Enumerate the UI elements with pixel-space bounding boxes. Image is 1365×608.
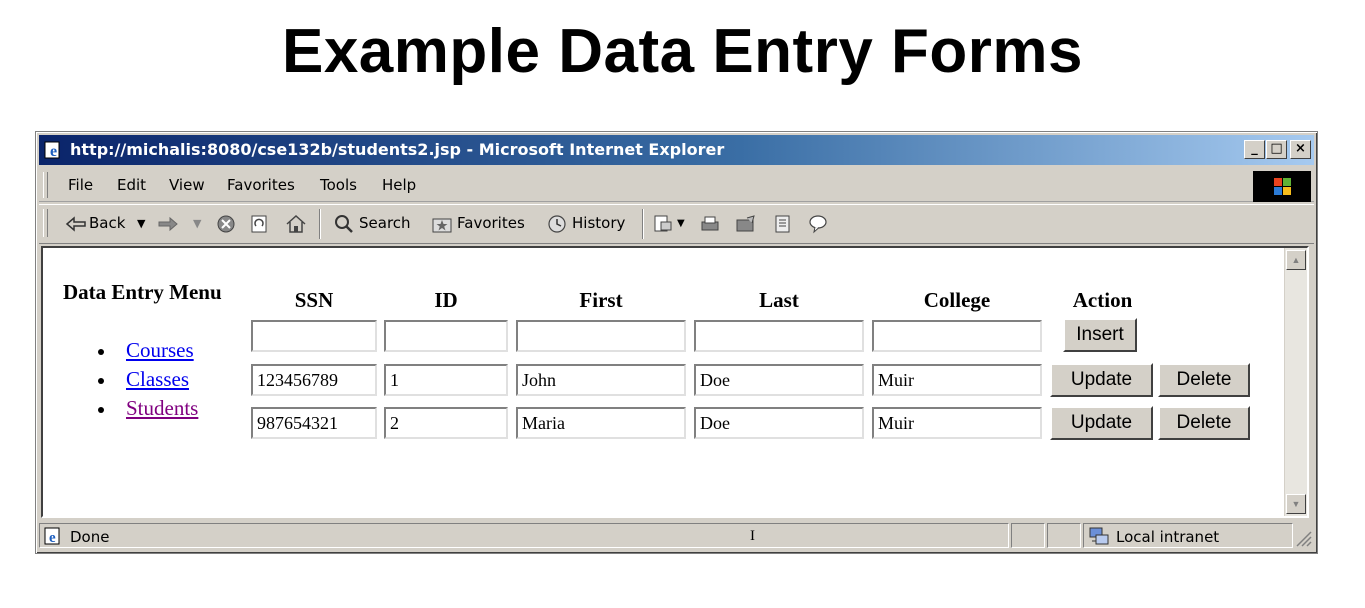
minimize-button[interactable]: _ [1244,140,1265,159]
header-ssn: SSN [294,288,334,312]
print-icon[interactable] [699,214,721,234]
row-1-update-button[interactable]: Update [1050,363,1153,397]
insert-id-field[interactable] [384,320,508,352]
ie-page-icon: e [44,527,60,545]
discuss-icon[interactable] [772,214,794,234]
header-action: Action [1072,288,1133,312]
scroll-up-icon[interactable]: ▲ [1286,250,1306,270]
close-button[interactable]: × [1290,140,1311,159]
toolbar-separator [319,209,321,239]
insert-button[interactable]: Insert [1063,318,1137,352]
insert-ssn-field[interactable] [251,320,377,352]
insert-college-field[interactable] [872,320,1042,352]
back-dropdown-icon[interactable]: ▼ [137,217,145,230]
favorites-button[interactable]: Favorites [457,214,525,232]
vertical-scrollbar[interactable]: ▲ ▼ [1284,248,1307,516]
windows-logo [1253,171,1311,202]
menu-edit[interactable]: Edit [117,176,146,194]
status-bar: e Done I Local intranet [39,523,1314,550]
ie-page-icon: e [44,141,60,159]
bullet-icon [98,349,104,355]
row-1-delete-button[interactable]: Delete [1158,363,1250,397]
menu-tools[interactable]: Tools [320,176,357,194]
messenger-icon[interactable] [807,214,829,234]
mail-icon[interactable] [653,214,675,234]
header-college: College [923,288,991,312]
title-bar[interactable]: e http://michalis:8080/cse132b/students2… [39,135,1314,165]
toolbar-separator [642,209,644,239]
row-2-last-field[interactable] [694,407,864,439]
maximize-button[interactable]: □ [1266,140,1287,159]
slide-title: Example Data Entry Forms [281,17,1084,86]
header-id: ID [434,288,458,312]
header-first: First [579,288,623,312]
zone-pane: Local intranet [1083,523,1293,548]
back-button[interactable]: Back [89,214,125,232]
header-last: Last [759,288,799,312]
edit-icon[interactable] [735,214,757,234]
menu-favorites[interactable]: Favorites [227,176,295,194]
row-1-college-field[interactable] [872,364,1042,396]
row-2-ssn-field[interactable] [251,407,377,439]
history-icon[interactable] [546,214,568,234]
toolbar-grip[interactable] [43,209,48,237]
status-pane [1011,523,1045,548]
browser-window: e http://michalis:8080/cse132b/students2… [35,131,1318,554]
svg-text:e: e [49,530,56,545]
text-cursor-icon: I [750,528,755,544]
courses-link[interactable]: Courses [126,338,194,363]
status-pane [1047,523,1081,548]
menu-file[interactable]: File [68,176,93,194]
forward-arrow-icon[interactable] [157,214,179,234]
row-1-first-field[interactable] [516,364,686,396]
back-arrow-icon[interactable] [65,214,87,234]
stop-icon[interactable] [215,214,237,234]
status-main-pane: e Done I [39,523,1009,548]
row-2-update-button[interactable]: Update [1050,406,1153,440]
bullet-icon [98,378,104,384]
windows-flag-icon [1274,178,1291,195]
row-1-ssn-field[interactable] [251,364,377,396]
row-2-first-field[interactable] [516,407,686,439]
svg-text:e: e [50,143,57,159]
history-button[interactable]: History [572,214,625,232]
status-text: Done [70,528,110,546]
forward-dropdown-icon[interactable]: ▼ [193,217,201,230]
menu-bar: File Edit View Favorites Tools Help [39,169,1314,202]
students-link[interactable]: Students [126,396,198,421]
page-content: Data Entry Menu Courses Classes Students… [41,246,1309,518]
data-entry-menu-title: Data Entry Menu [63,280,222,304]
menu-help[interactable]: Help [382,176,416,194]
zone-text: Local intranet [1116,528,1220,546]
row-2-delete-button[interactable]: Delete [1158,406,1250,440]
insert-last-field[interactable] [694,320,864,352]
menubar-grip[interactable] [43,172,48,198]
row-2-college-field[interactable] [872,407,1042,439]
search-button[interactable]: Search [359,214,411,232]
bullet-icon [98,407,104,413]
toolbar: Back ▼ ▼ Search Favorites History ▼ [39,204,1314,244]
resize-grip-icon[interactable] [1294,529,1312,547]
favorites-icon[interactable] [431,214,453,234]
window-title: http://michalis:8080/cse132b/students2.j… [70,140,725,159]
row-2-id-field[interactable] [384,407,508,439]
intranet-icon [1089,527,1109,545]
classes-link[interactable]: Classes [126,367,189,392]
refresh-icon[interactable] [249,214,271,234]
search-icon[interactable] [333,214,355,234]
row-1-id-field[interactable] [384,364,508,396]
menu-view[interactable]: View [169,176,205,194]
mail-dropdown-icon[interactable]: ▼ [677,218,685,229]
scroll-down-icon[interactable]: ▼ [1286,494,1306,514]
row-1-last-field[interactable] [694,364,864,396]
insert-first-field[interactable] [516,320,686,352]
home-icon[interactable] [285,214,307,234]
